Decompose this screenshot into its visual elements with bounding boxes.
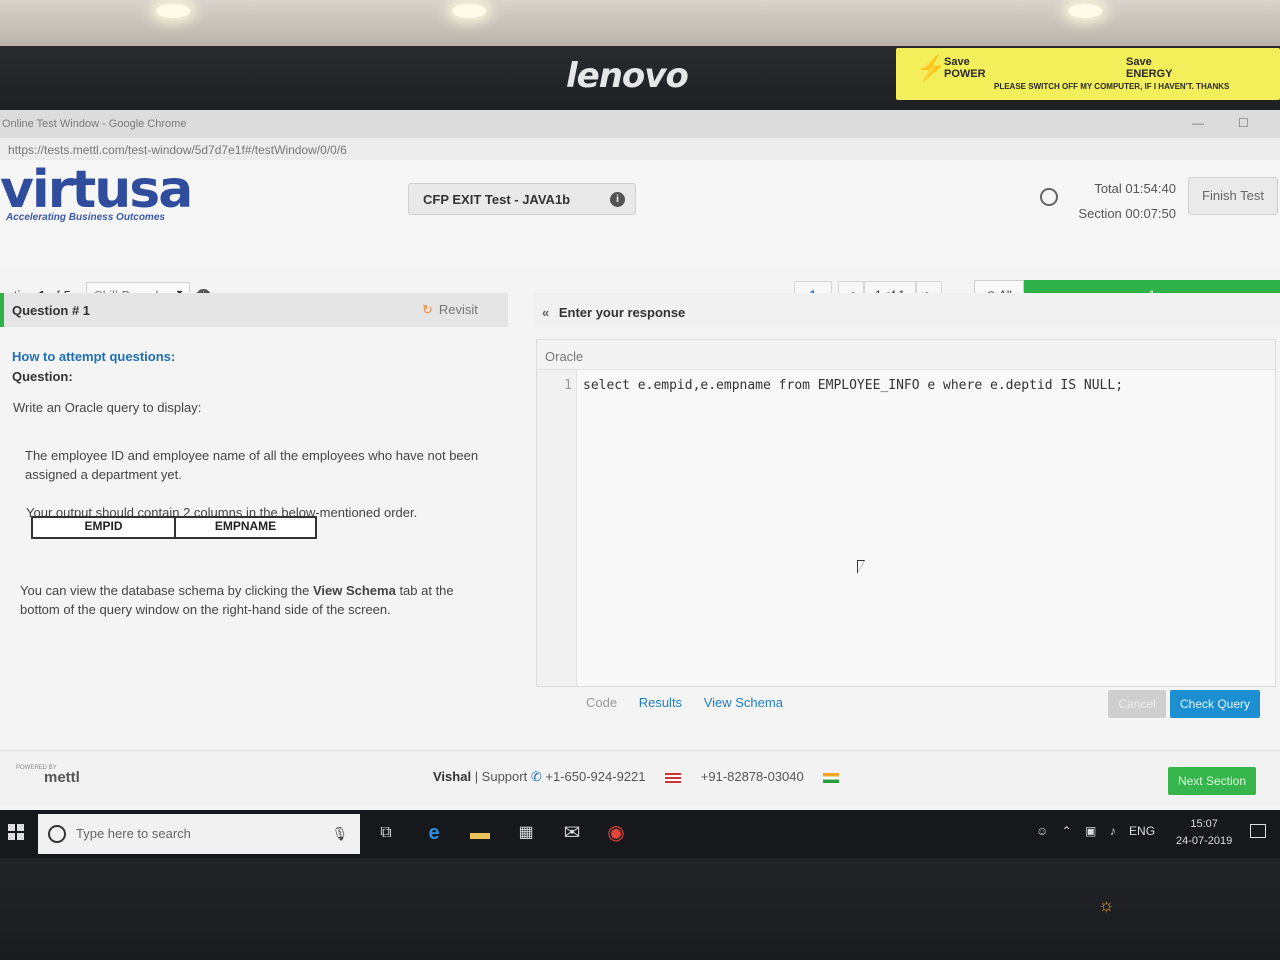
phone-icon: ✆ bbox=[530, 769, 542, 784]
section-timer: Section 00:07:50 bbox=[1078, 206, 1176, 221]
schema-note-bold: View Schema bbox=[312, 583, 396, 598]
question-panel: Question # 1 ↻ Revisit How to attempt que… bbox=[0, 293, 508, 743]
address-bar[interactable]: https://tests.mettl.com/test-window/5d7d… bbox=[0, 138, 1280, 160]
question-intro: Write an Oracle query to display: bbox=[13, 400, 202, 415]
test-title-text: CFP EXIT Test - JAVA1b bbox=[423, 192, 571, 207]
microphone-icon[interactable]: 🎙 bbox=[331, 826, 348, 842]
column-header: EMPID bbox=[33, 518, 174, 537]
response-heading: Enter your response bbox=[558, 305, 686, 320]
clock-display[interactable]: 15:07 24-07-2019 bbox=[1176, 816, 1232, 850]
how-to-attempt-link[interactable]: How to attempt questions: bbox=[12, 349, 175, 364]
logo-tagline: Accelerating Business Outcomes bbox=[6, 212, 165, 223]
response-panel: « Enter your response Oracle 1 select e.… bbox=[534, 293, 1280, 743]
tab-view-schema[interactable]: View Schema bbox=[704, 695, 783, 710]
ceiling-background bbox=[0, 0, 1280, 48]
question-label: Question: bbox=[12, 369, 73, 384]
question-title: Question # 1 bbox=[12, 303, 91, 318]
revisit-icon: ↻ bbox=[422, 302, 433, 317]
store-icon[interactable]: ▦ bbox=[514, 820, 538, 846]
ceiling-lamp bbox=[156, 4, 190, 18]
revisit-button[interactable]: ↻ Revisit bbox=[422, 302, 478, 318]
monitor-bezel-bottom bbox=[0, 858, 1280, 960]
question-header: Question # 1 ↻ Revisit bbox=[0, 293, 508, 327]
tray-expand-icon[interactable]: ⌃ bbox=[1062, 824, 1072, 838]
total-timer: Total 01:54:40 bbox=[1094, 181, 1176, 196]
question-body: The employee ID and employee name of all… bbox=[25, 448, 479, 482]
line-number-gutter: 1 bbox=[537, 370, 577, 686]
output-columns-table: EMPID EMPNAME bbox=[31, 516, 317, 539]
file-explorer-icon[interactable]: ▬ bbox=[468, 820, 492, 846]
clock-date: 24-07-2019 bbox=[1176, 835, 1233, 847]
sticker-text: POWER bbox=[944, 68, 986, 80]
minimize-icon[interactable]: — bbox=[1192, 116, 1204, 130]
code-text[interactable]: select e.empid,e.empname from EMPLOYEE_I… bbox=[583, 378, 1123, 393]
india-flag-icon bbox=[823, 772, 840, 783]
check-query-button[interactable]: Check Query bbox=[1170, 690, 1260, 718]
next-section-button[interactable]: Next Section bbox=[1168, 767, 1256, 795]
lightning-icon: ⚡ bbox=[916, 55, 946, 82]
timers: Total 01:54:40 Section 00:07:50 bbox=[1066, 176, 1176, 226]
task-view-icon[interactable]: ⧉ bbox=[374, 820, 398, 846]
sticker-text: ENERGY bbox=[1126, 68, 1173, 80]
support-phone-in: +91-82878-03040 bbox=[700, 769, 804, 784]
revisit-label: Revisit bbox=[438, 302, 478, 317]
schema-note: You can view the database schema by clic… bbox=[20, 581, 490, 619]
test-header: virtusa Accelerating Business Outcomes C… bbox=[0, 160, 1280, 310]
finish-test-button[interactable]: Finish Test bbox=[1188, 177, 1278, 215]
tab-results[interactable]: Results bbox=[639, 695, 682, 710]
clock-time: 15:07 bbox=[1190, 818, 1218, 830]
windows-taskbar: Type here to search 🎙 ⧉ e ▬ ▦ ✉ ◉ ☺ ⌃ ▣ … bbox=[0, 810, 1280, 858]
collapse-chevron-icon[interactable]: « bbox=[542, 305, 549, 320]
support-label: | Support bbox=[474, 769, 528, 784]
people-icon[interactable]: ☺ bbox=[1036, 824, 1048, 838]
clock-icon bbox=[1040, 188, 1058, 206]
mettl-logo: mettl bbox=[44, 769, 80, 786]
notification-icon[interactable] bbox=[1250, 824, 1266, 838]
mouse-cursor-icon bbox=[857, 560, 865, 574]
chrome-icon[interactable]: ◉ bbox=[604, 820, 628, 846]
test-title: CFP EXIT Test - JAVA1b i bbox=[408, 183, 636, 215]
response-header: « Enter your response bbox=[534, 293, 1280, 327]
system-tray: ☺ ⌃ ▣ ♪ ENG bbox=[1036, 824, 1165, 838]
ceiling-lamp bbox=[1068, 4, 1102, 18]
sticker-note: PLEASE SWITCH OFF MY COMPUTER, IF I HAVE… bbox=[994, 82, 1230, 91]
editor-tabs: Code Results View Schema bbox=[586, 695, 801, 710]
network-icon[interactable]: ▣ bbox=[1085, 824, 1096, 838]
support-info: Vishal | Support ✆ +1-650-924-9221 +91-8… bbox=[433, 769, 855, 785]
test-footer: POWERED BY mettl Vishal | Support ✆ +1-6… bbox=[0, 750, 1280, 805]
support-phone-us: +1-650-924-9221 bbox=[545, 769, 646, 784]
sticker-text: Save bbox=[1126, 56, 1152, 68]
cortana-icon bbox=[48, 825, 66, 843]
edge-browser-icon[interactable]: e bbox=[422, 820, 446, 846]
info-icon[interactable]: i bbox=[610, 192, 625, 207]
cancel-button[interactable]: Cancel bbox=[1108, 690, 1166, 718]
language-label: Oracle bbox=[537, 340, 1275, 370]
maximize-icon[interactable]: ☐ bbox=[1238, 116, 1249, 130]
us-flag-icon bbox=[665, 772, 682, 783]
language-indicator[interactable]: ENG bbox=[1129, 824, 1155, 838]
taskbar-search-box[interactable]: Type here to search 🎙 bbox=[38, 814, 360, 854]
search-placeholder: Type here to search bbox=[76, 826, 191, 841]
monitor-brand-logo: lenovo bbox=[566, 56, 689, 96]
column-header: EMPNAME bbox=[174, 518, 315, 537]
save-energy-sticker: ⚡ Save POWER Save ENERGY PLEASE SWITCH OFF… bbox=[896, 48, 1280, 100]
brightness-icon: ☼ bbox=[1098, 895, 1115, 915]
code-editor[interactable]: Oracle 1 select e.empid,e.empname from E… bbox=[536, 339, 1276, 687]
windows-start-icon[interactable] bbox=[8, 824, 24, 840]
virtusa-logo: virtusa bbox=[0, 160, 193, 220]
tab-code[interactable]: Code bbox=[586, 695, 617, 710]
window-title: Online Test Window - Google Chrome bbox=[2, 118, 187, 130]
sticker-text: Save bbox=[944, 56, 970, 68]
user-name: Vishal bbox=[433, 769, 472, 784]
screen: Online Test Window - Google Chrome — ☐ h… bbox=[0, 110, 1280, 858]
volume-icon[interactable]: ♪ bbox=[1110, 824, 1116, 838]
browser-titlebar: Online Test Window - Google Chrome — ☐ bbox=[0, 110, 1280, 138]
schema-note-text: You can view the database schema by clic… bbox=[20, 583, 310, 598]
ceiling-lamp bbox=[452, 4, 486, 18]
mail-icon[interactable]: ✉ bbox=[560, 820, 584, 846]
